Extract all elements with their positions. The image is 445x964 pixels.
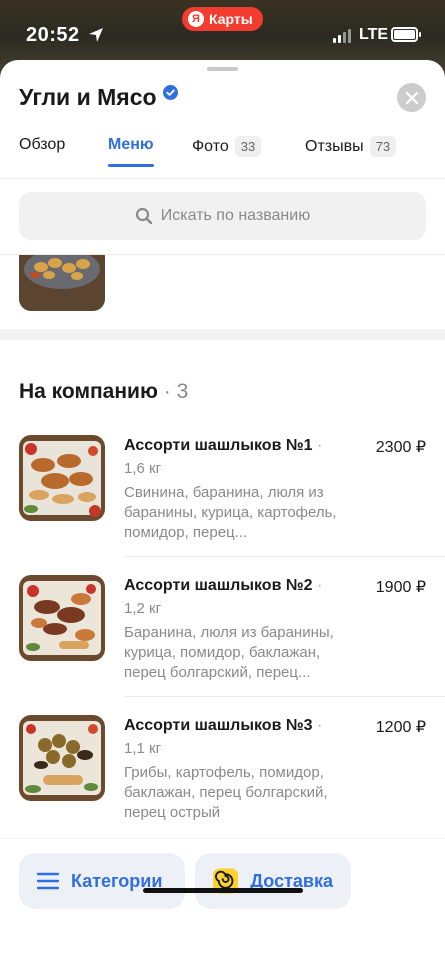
menu-item[interactable]: Ассорти шашлыков №2 · 1,2 кг Баранина, л… — [0, 575, 445, 715]
menu-item-name: Ассорти шашлыков №2 · — [124, 577, 322, 595]
menu-item-image — [19, 435, 105, 521]
verified-badge-icon — [162, 85, 178, 100]
divider — [124, 696, 445, 697]
place-name: Угли и Мясо — [19, 84, 157, 110]
previous-item-image[interactable] — [19, 255, 105, 311]
dot-separator: · — [163, 380, 171, 403]
signal-icon — [333, 29, 351, 43]
tab-overview[interactable]: Обзор — [19, 136, 65, 154]
menu-item[interactable]: Ассорти шашлыков №3 · 1,1 кг Грибы, карт… — [0, 715, 445, 855]
sheet-grabber[interactable] — [207, 67, 238, 71]
tab-label: Обзор — [19, 136, 66, 153]
tab-label: Фото — [192, 137, 229, 155]
network-type: LTE — [359, 26, 389, 43]
menu-item-description: Свинина, баранина, люля из баранины, кур… — [124, 484, 337, 541]
place-sheet: Угли и Мясо Обзор Меню Фото 33 Отзывы 73 — [0, 60, 445, 964]
menu-item-name-text: Ассорти шашлыков №2 — [124, 577, 313, 594]
menu-lines-icon — [37, 872, 59, 890]
status-time: 20:52 — [26, 24, 80, 46]
tab-bar: Обзор Меню Фото 33 Отзывы 73 — [0, 126, 445, 172]
menu-item-price: 2300 ₽ — [375, 439, 426, 456]
delivery-button[interactable]: Доставка — [195, 853, 351, 909]
bottom-action-bar: Категории Доставка — [0, 838, 445, 964]
menu-item-price: 1900 ₽ — [375, 579, 426, 596]
menu-item-weight: 1,2 кг — [124, 600, 162, 617]
battery-icon — [391, 27, 421, 42]
tab-label: Отзывы — [305, 137, 364, 155]
tab-reviews[interactable]: Отзывы 73 — [305, 136, 397, 157]
brand-badge[interactable]: Я Карты — [182, 7, 263, 31]
photo-count-badge: 33 — [234, 136, 262, 157]
menu-item-description: Грибы, картофель, помидор, баклажан, пер… — [124, 764, 328, 821]
section-count-value: 3 — [176, 380, 189, 403]
search-placeholder: Искать по названию — [160, 207, 311, 224]
search-input[interactable]: Искать по названию — [19, 192, 426, 240]
location-arrow-icon — [89, 28, 103, 42]
tab-menu[interactable]: Меню — [108, 136, 154, 154]
home-indicator[interactable] — [143, 888, 303, 893]
menu-item-description: Баранина, люля из баранины, курица, поми… — [124, 624, 334, 681]
categories-button[interactable]: Категории — [19, 853, 185, 909]
dot-separator: · — [317, 577, 323, 594]
section-title-text: На компанию — [19, 380, 158, 403]
menu-item-name-text: Ассорти шашлыков №1 — [124, 437, 313, 454]
menu-item-name: Ассорти шашлыков №3 · — [124, 717, 322, 735]
section-separator — [0, 329, 445, 340]
section-title: На компанию · 3 — [19, 380, 188, 404]
menu-item-name: Ассорти шашлыков №1 · — [124, 437, 322, 455]
menu-item-price: 1200 ₽ — [375, 719, 426, 736]
brand-label: Карты — [209, 11, 253, 27]
close-icon — [405, 91, 418, 104]
menu-item-image — [19, 575, 105, 661]
section-count: · 3 — [164, 380, 189, 403]
dot-separator: · — [317, 717, 323, 734]
tab-photos[interactable]: Фото 33 — [192, 136, 262, 157]
review-count-badge: 73 — [369, 136, 397, 157]
divider — [0, 178, 445, 179]
tab-label: Меню — [108, 136, 154, 153]
yandex-logo-icon: Я — [188, 11, 204, 27]
dot-separator: · — [317, 437, 323, 454]
search-icon — [135, 207, 152, 225]
close-button[interactable] — [397, 83, 426, 112]
divider — [124, 556, 445, 557]
page-title: Угли и Мясо — [19, 84, 178, 111]
menu-item[interactable]: Ассорти шашлыков №1 · 1,6 кг Свинина, ба… — [0, 435, 445, 575]
active-tab-indicator — [108, 164, 154, 167]
menu-item-image — [19, 715, 105, 801]
menu-item-name-text: Ассорти шашлыков №3 — [124, 717, 313, 734]
menu-item-weight: 1,6 кг — [124, 460, 162, 477]
menu-item-weight: 1,1 кг — [124, 740, 162, 757]
